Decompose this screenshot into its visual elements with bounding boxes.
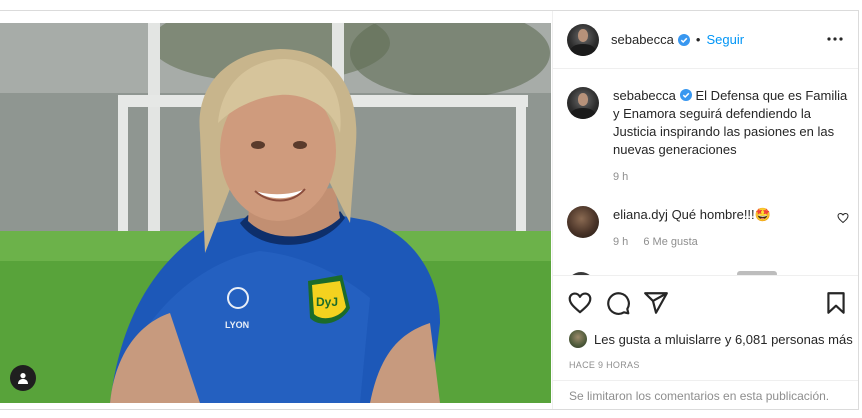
caption-time: 9 h: [613, 171, 629, 183]
comments-list[interactable]: sebabecca El Defensa que es Familia y En…: [553, 69, 858, 275]
svg-text:DyJ: DyJ: [316, 295, 338, 309]
comments-limited-notice: Se limitaron los comentarios en esta pub…: [553, 380, 858, 409]
caption-body: sebabecca El Defensa que es Familia y En…: [613, 87, 849, 159]
comment-text: Qué hombre!!!🤩: [671, 207, 771, 222]
likes-count[interactable]: 6,081 personas más: [735, 332, 853, 347]
post-sidebar: sebabecca • Seguir sebabecca El Defensa …: [552, 11, 858, 409]
comment-likes[interactable]: 6 Me gusta: [643, 236, 697, 248]
post-caption: sebabecca El Defensa que es Familia y En…: [567, 87, 849, 183]
likes-prefix: Les gusta a: [594, 331, 662, 347]
separator-dot: •: [695, 32, 701, 47]
actions-section: Les gusta a mluislarre y 6,081 personas …: [553, 275, 858, 409]
likes-summary[interactable]: Les gusta a mluislarre y 6,081 personas …: [569, 330, 853, 348]
svg-text:LYON: LYON: [225, 320, 249, 330]
comment-heart-icon[interactable]: [837, 212, 849, 224]
caption-avatar[interactable]: [567, 87, 599, 119]
post-timestamp[interactable]: HACE 9 HORAS: [569, 360, 640, 370]
post-modal: DyJ LYON sebabecca • Seguir sebabecca El…: [0, 10, 859, 410]
page: DyJ LYON sebabecca • Seguir sebabecca El…: [0, 0, 862, 418]
share-icon[interactable]: [643, 290, 669, 316]
post-photo-illustration: DyJ LYON: [0, 23, 551, 403]
heart-icon[interactable]: [567, 290, 593, 316]
comment-body: eliana.dyj Qué hombre!!!🤩: [613, 206, 849, 224]
post-header: sebabecca • Seguir: [553, 11, 858, 69]
user-tag-icon[interactable]: [10, 365, 36, 391]
comment-icon[interactable]: [605, 290, 631, 316]
comment-meta: 9 h 6 Me gusta: [613, 236, 849, 248]
bookmark-icon[interactable]: [823, 290, 849, 316]
author-avatar[interactable]: [567, 23, 599, 56]
liker-avatar: [569, 330, 587, 348]
verified-badge-icon: [677, 33, 690, 46]
post-photo[interactable]: DyJ LYON: [0, 23, 551, 403]
more-horizontal-icon[interactable]: [825, 31, 845, 47]
verified-badge-icon: [679, 89, 692, 101]
comment-time: 9 h: [613, 236, 629, 248]
caption-username[interactable]: sebabecca: [613, 88, 676, 103]
liker-username[interactable]: mluislarre: [665, 332, 721, 347]
author-username[interactable]: sebabecca: [611, 32, 674, 47]
follow-button[interactable]: Seguir: [706, 32, 744, 47]
likes-middle: y: [724, 331, 732, 347]
commenter-avatar[interactable]: [567, 206, 599, 238]
commenter-username[interactable]: eliana.dyj: [613, 207, 668, 222]
comment-item: eliana.dyj Qué hombre!!!🤩 9 h 6 Me gusta: [567, 206, 849, 248]
action-icons: [567, 290, 847, 316]
